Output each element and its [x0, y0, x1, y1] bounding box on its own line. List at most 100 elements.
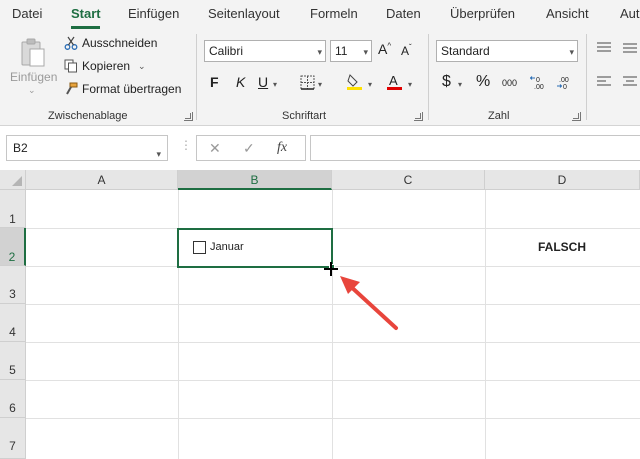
currency-button[interactable]: $: [442, 73, 451, 91]
italic-button[interactable]: K: [236, 74, 245, 90]
brush-icon: [66, 82, 78, 95]
column-header-b[interactable]: B: [178, 170, 332, 190]
scissors-icon: [64, 36, 78, 50]
row-header-1[interactable]: 1: [0, 190, 26, 228]
chevron-down-icon: ▾: [569, 47, 574, 57]
paste-label[interactable]: Einfügen: [10, 70, 57, 84]
cut-label: Ausschneiden: [82, 36, 158, 50]
formula-bar: B2 ▾ ⋮ ✕ ✓ fx: [0, 126, 640, 170]
format-painter-button[interactable]: Format übertragen: [64, 82, 181, 96]
formula-controls: ✕ ✓ fx: [196, 135, 306, 161]
gridline: [26, 418, 640, 419]
increase-decimal-icon[interactable]: 0 .00: [530, 74, 548, 90]
tab-daten[interactable]: Daten: [386, 6, 421, 21]
bold-button[interactable]: F: [210, 74, 219, 90]
ribbon: Einfügen ⌄ Ausschneiden Kopieren ⌄ Forma…: [0, 30, 640, 126]
select-all-button[interactable]: [0, 170, 26, 190]
cancel-icon[interactable]: ✕: [209, 140, 221, 157]
tab-start[interactable]: Start: [71, 6, 101, 21]
font-name-value: Calibri: [209, 44, 244, 58]
tab-ueberpruefen[interactable]: Überprüfen: [450, 6, 515, 21]
font-name-select[interactable]: Calibri ▾: [204, 40, 326, 62]
row-header-6[interactable]: 6: [0, 380, 26, 418]
border-icon[interactable]: [300, 75, 315, 90]
name-box-value: B2: [13, 141, 28, 155]
align-top-icon[interactable]: [596, 42, 612, 54]
font-color-icon[interactable]: A: [386, 73, 403, 91]
group-separator: [428, 34, 429, 120]
row-header-7[interactable]: 7: [0, 418, 26, 459]
chevron-down-icon: ▾: [317, 47, 322, 57]
number-launcher-icon[interactable]: [572, 112, 581, 121]
fill-color-dropdown-icon[interactable]: ▾: [368, 80, 372, 89]
column-header-a[interactable]: A: [26, 170, 178, 190]
number-format-value: Standard: [441, 44, 490, 58]
svg-text:0: 0: [536, 77, 540, 84]
tab-datei[interactable]: Datei: [12, 6, 42, 21]
column-header-d[interactable]: D: [485, 170, 640, 190]
border-dropdown-icon[interactable]: ▾: [318, 80, 322, 89]
gridline: [26, 380, 640, 381]
font-size-value: 11: [335, 44, 348, 58]
font-size-select[interactable]: 11 ▾: [330, 40, 372, 62]
copy-dropdown-icon[interactable]: ⌄: [138, 61, 146, 72]
svg-text:.00: .00: [559, 77, 569, 84]
align-left-icon[interactable]: [596, 76, 612, 88]
selected-cell-b2[interactable]: [177, 228, 333, 268]
row-header-4[interactable]: 4: [0, 304, 26, 342]
tab-formeln[interactable]: Formeln: [310, 6, 358, 21]
paste-dropdown-icon[interactable]: ⌄: [28, 85, 36, 96]
group-label-font: Schriftart: [282, 110, 327, 122]
insert-function-icon[interactable]: fx: [277, 140, 287, 156]
column-header-c[interactable]: C: [332, 170, 485, 190]
clipboard-launcher-icon[interactable]: [184, 112, 193, 121]
decrease-font-icon[interactable]: Aˇ: [401, 43, 412, 58]
align-middle-icon[interactable]: [622, 42, 638, 54]
chevron-down-icon: ▾: [156, 149, 161, 159]
number-format-select[interactable]: Standard ▾: [436, 40, 578, 62]
tab-einfuegen[interactable]: Einfügen: [128, 6, 179, 21]
gridline: [26, 304, 640, 305]
active-tab-indicator: [71, 26, 100, 29]
chevron-down-icon: ▾: [363, 47, 368, 57]
group-separator: [586, 34, 587, 120]
svg-text:.00: .00: [534, 84, 544, 90]
align-center-icon[interactable]: [622, 76, 638, 88]
confirm-icon[interactable]: ✓: [243, 140, 255, 157]
gridline: [26, 228, 640, 229]
menu-bar: Datei Start Einfügen Seitenlayout Formel…: [0, 0, 640, 30]
select-all-icon: [12, 176, 22, 186]
svg-text:0: 0: [563, 84, 567, 90]
percent-button[interactable]: %: [476, 73, 490, 91]
underline-button[interactable]: U: [258, 74, 268, 90]
formula-bar-grip[interactable]: ⋮: [180, 138, 192, 152]
copy-icon: [64, 59, 77, 73]
cut-button[interactable]: Ausschneiden: [64, 36, 157, 50]
copy-label: Kopieren: [82, 59, 131, 73]
currency-dropdown-icon[interactable]: ▾: [458, 80, 462, 89]
font-launcher-icon[interactable]: [414, 112, 423, 121]
font-color-dropdown-icon[interactable]: ▾: [408, 80, 412, 89]
underline-dropdown-icon[interactable]: ▾: [273, 80, 277, 89]
format-painter-label: Format übertragen: [82, 82, 182, 96]
row-header-2[interactable]: 2: [0, 228, 26, 266]
paste-icon[interactable]: [20, 38, 46, 68]
increase-font-icon[interactable]: A^: [378, 41, 391, 57]
tab-ansicht[interactable]: Ansicht: [546, 6, 589, 21]
fill-color-icon[interactable]: [346, 73, 363, 91]
name-box[interactable]: B2 ▾: [6, 135, 168, 161]
thousands-button[interactable]: 000: [502, 78, 517, 88]
tab-seitenlayout[interactable]: Seitenlayout: [208, 6, 280, 21]
tab-automate[interactable]: Aut: [620, 6, 640, 21]
cell-d2[interactable]: FALSCH: [485, 240, 639, 254]
svg-text:A: A: [389, 73, 398, 88]
decrease-decimal-icon[interactable]: .00 0: [556, 74, 574, 90]
formula-input[interactable]: [310, 135, 640, 161]
group-label-number: Zahl: [488, 110, 510, 122]
gridline: [26, 342, 640, 343]
row-header-3[interactable]: 3: [0, 266, 26, 304]
group-separator: [196, 34, 197, 120]
copy-button[interactable]: Kopieren ⌄: [64, 59, 146, 73]
row-header-5[interactable]: 5: [0, 342, 26, 380]
group-label-clipboard: Zwischenablage: [48, 110, 128, 122]
